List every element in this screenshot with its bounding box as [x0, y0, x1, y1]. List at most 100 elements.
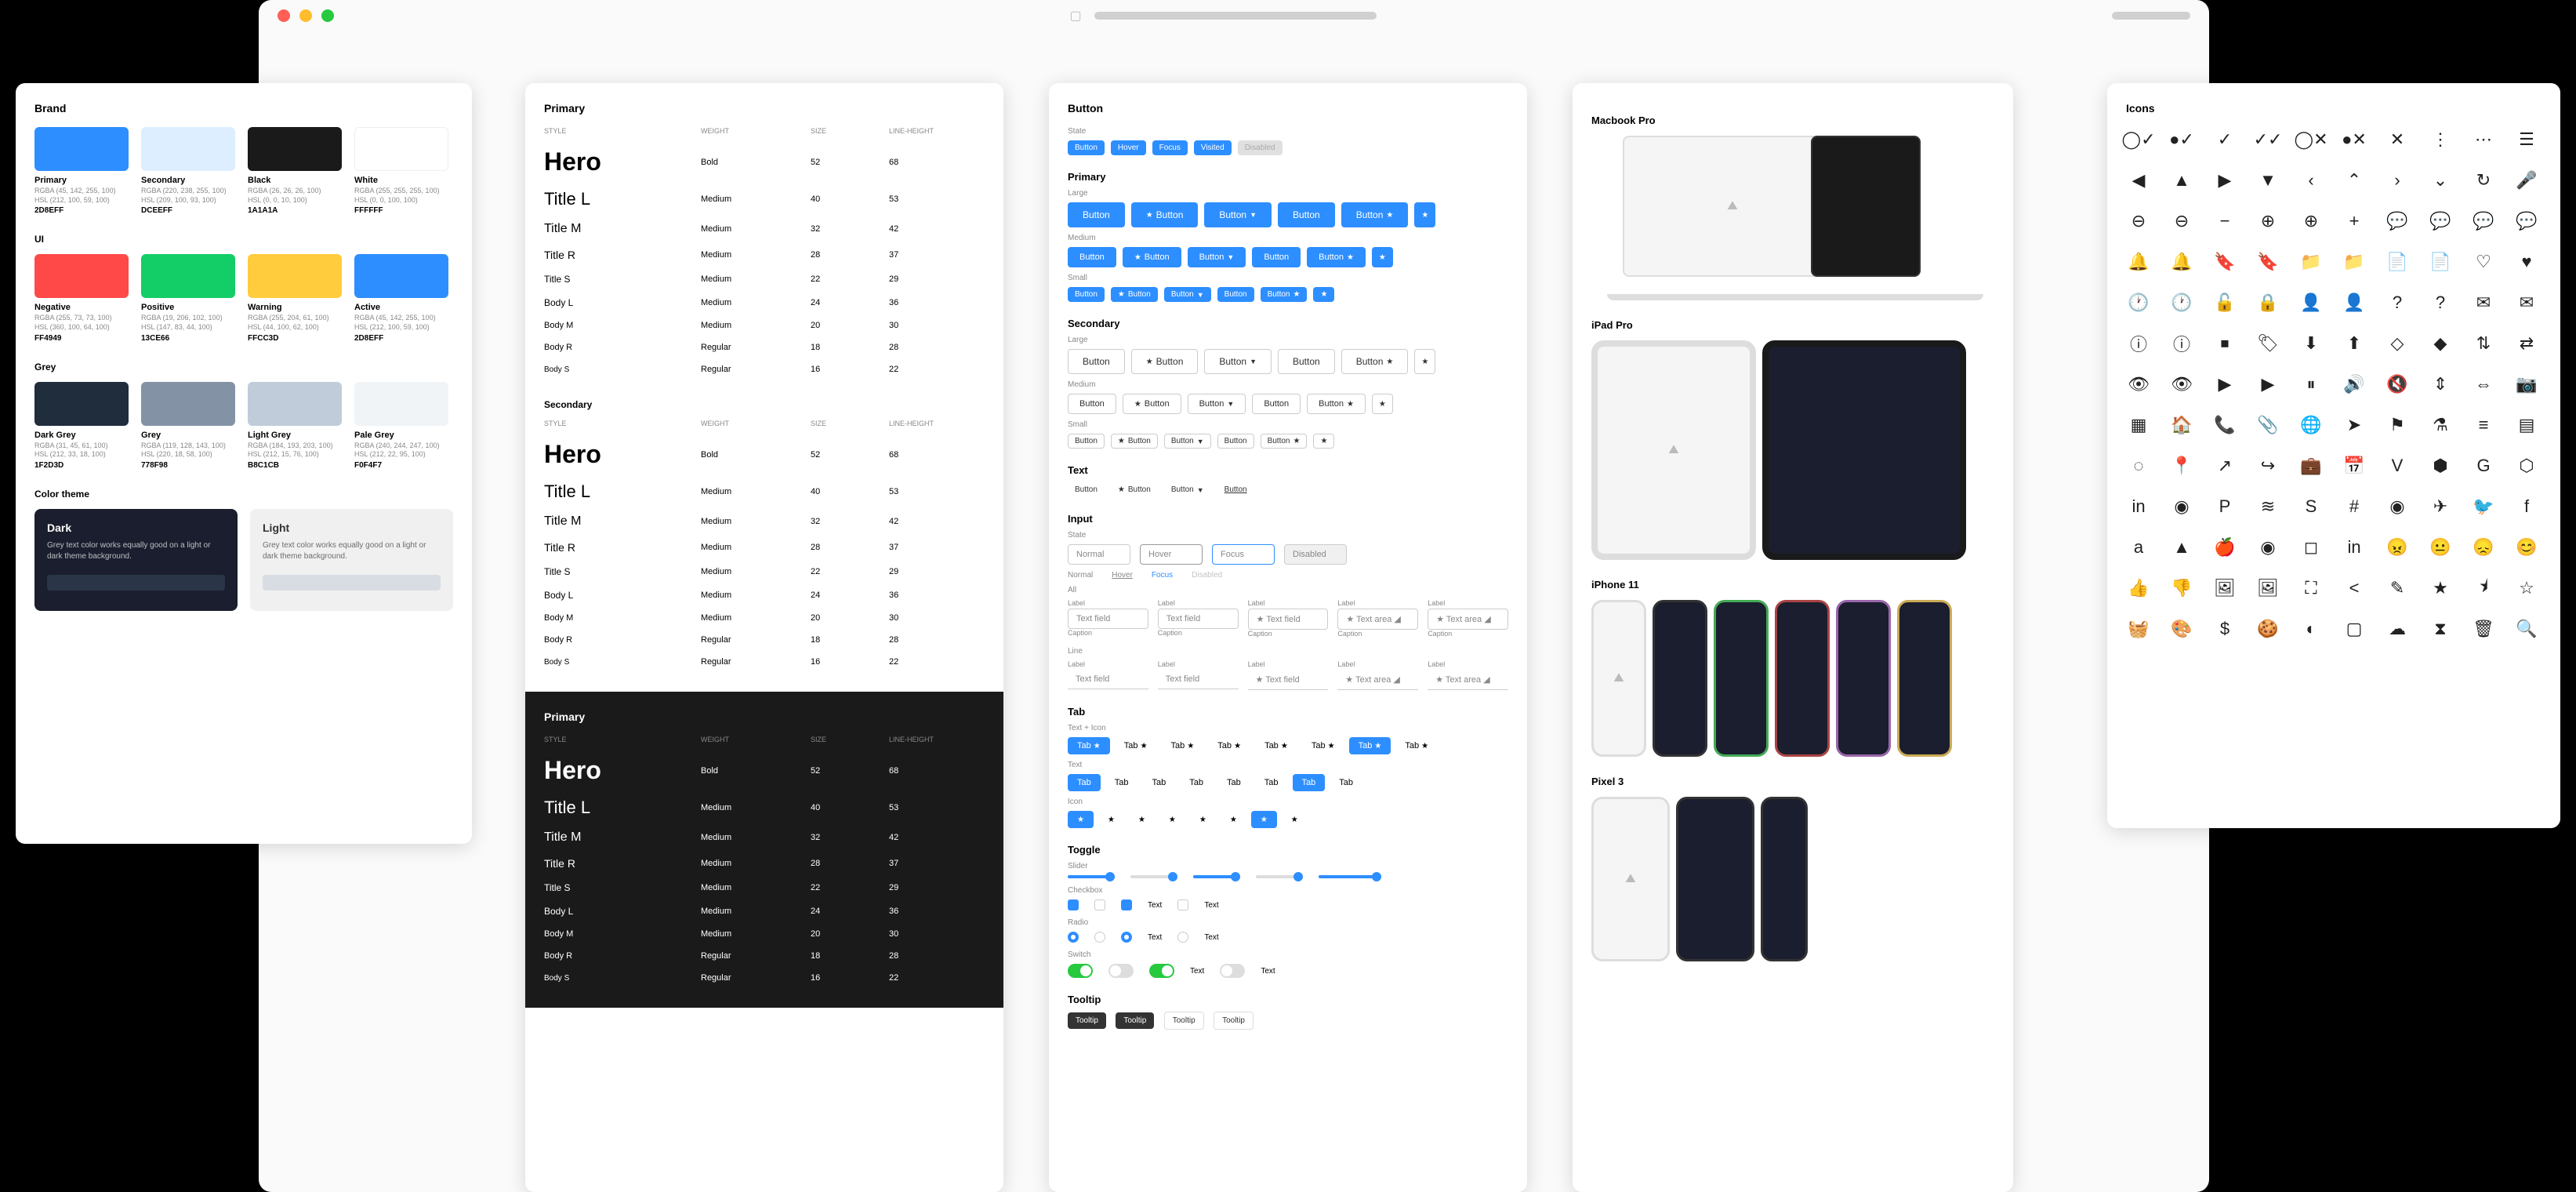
chevron-left-icon[interactable]: ‹	[2298, 168, 2324, 193]
button-dropdown[interactable]: Button ▼	[1204, 202, 1272, 227]
checkbox[interactable]	[1094, 899, 1105, 910]
edit-icon[interactable]: ✎	[2385, 576, 2410, 601]
frame-icon[interactable]: ▢	[2342, 616, 2367, 641]
text-button-icon[interactable]: ★Button	[1111, 482, 1158, 497]
more-v-icon[interactable]: ⋮	[2428, 127, 2453, 152]
button-dropdown[interactable]: Button ▼	[1188, 247, 1246, 267]
eye-icon[interactable]: 👁	[2126, 372, 2151, 397]
tab[interactable]: ★	[1251, 811, 1277, 828]
button-icon-left[interactable]: ★Button	[1111, 287, 1158, 302]
facebook-icon[interactable]: f	[2514, 494, 2539, 519]
sort-h-icon[interactable]: ⇔	[2471, 372, 2496, 397]
x-circle-icon[interactable]: ●✕	[2342, 127, 2367, 152]
chat-o-icon[interactable]: 💬	[2385, 209, 2410, 234]
plus-circle-icon[interactable]: ⊕	[2298, 209, 2324, 234]
checkbox[interactable]	[1177, 899, 1188, 910]
button[interactable]: Button	[1217, 434, 1254, 449]
switch[interactable]	[1220, 964, 1245, 978]
file-o-icon[interactable]: 📄	[2385, 249, 2410, 274]
checkbox[interactable]	[1068, 899, 1079, 910]
tab[interactable]: Tab ★	[1349, 737, 1391, 754]
volume-off-icon[interactable]: 🔇	[2385, 372, 2410, 397]
lock-o-icon[interactable]: 🔓	[2212, 290, 2237, 315]
pin-icon[interactable]: 📍	[2169, 453, 2194, 478]
skype-icon[interactable]: S	[2298, 494, 2324, 519]
tab[interactable]: Tab ★	[1115, 737, 1157, 754]
color-swatch[interactable]: Warning RGBA (255, 204, 61, 100) HSL (44…	[248, 254, 342, 342]
mic-icon[interactable]: 🎤	[2514, 168, 2539, 193]
thumbs-up-icon[interactable]: 👍	[2126, 576, 2151, 601]
chevron-up-icon[interactable]: ⌃	[2342, 168, 2367, 193]
info-icon[interactable]: ⓘ	[2169, 331, 2194, 356]
textfield-input[interactable]: Text field	[1068, 609, 1148, 629]
tab[interactable]: ★	[1282, 811, 1308, 828]
upload-icon[interactable]: ⬆	[2342, 331, 2367, 356]
input-normal[interactable]: Normal	[1068, 544, 1130, 565]
button-dropdown[interactable]: Button ▼	[1164, 287, 1211, 302]
apple-icon[interactable]: 🍎	[2212, 535, 2237, 560]
color-swatch[interactable]: White RGBA (255, 255, 255, 100) HSL (0, …	[354, 127, 448, 215]
chevron-right-icon[interactable]: ›	[2385, 168, 2410, 193]
slider[interactable]	[1068, 875, 1115, 878]
eye-off-icon[interactable]: 👁	[2169, 372, 2194, 397]
chat-alt-icon[interactable]: 💬	[2471, 209, 2496, 234]
play-circle-icon[interactable]: ▶	[2212, 372, 2237, 397]
volume-icon[interactable]: 🔊	[2342, 372, 2367, 397]
bookmark-icon[interactable]: 🔖	[2255, 249, 2280, 274]
color-swatch[interactable]: Pale Grey RGBA (240, 244, 247, 100) HSL …	[354, 382, 448, 470]
button-icon-left[interactable]: ★Button	[1131, 202, 1199, 227]
close-window-button[interactable]	[278, 9, 290, 22]
minus-line-icon[interactable]: −	[2212, 209, 2237, 234]
slider[interactable]	[1256, 875, 1303, 878]
calendar-icon[interactable]: 📅	[2342, 453, 2367, 478]
picture-icon[interactable]: 🖼	[2255, 576, 2280, 601]
toggle-icon[interactable]: ◐	[2298, 616, 2324, 641]
download-icon[interactable]: ⬇	[2298, 331, 2324, 356]
light-theme-card[interactable]: Light Grey text color works equally good…	[250, 509, 453, 611]
tab[interactable]: Tab	[1330, 774, 1362, 791]
button-icon-only[interactable]: ★	[1313, 434, 1334, 449]
github-icon[interactable]: ⬡	[2514, 453, 2539, 478]
check-double-icon[interactable]: ✓✓	[2255, 127, 2280, 152]
slack-icon[interactable]: #	[2342, 494, 2367, 519]
external-icon[interactable]: ↗	[2212, 453, 2237, 478]
switch[interactable]	[1068, 964, 1093, 978]
folder-icon[interactable]: 📁	[2342, 249, 2367, 274]
tab[interactable]: Tab	[1293, 774, 1326, 791]
cloud-icon[interactable]: ☁	[2385, 616, 2410, 641]
loading-icon[interactable]: ◌	[2126, 453, 2151, 478]
android-icon[interactable]: ▲	[2169, 535, 2194, 560]
basket-icon[interactable]: 🧺	[2126, 616, 2151, 641]
radio[interactable]	[1068, 932, 1079, 943]
tab[interactable]: Tab ★	[1395, 737, 1438, 754]
help-icon[interactable]: ?	[2428, 290, 2453, 315]
textfield-input[interactable]: Text field	[1068, 670, 1148, 689]
vimeo-icon[interactable]: V	[2385, 453, 2410, 478]
attach-icon[interactable]: 📎	[2255, 412, 2280, 438]
check-circle-o-icon[interactable]: ◯✓	[2126, 127, 2151, 152]
pause-icon[interactable]: ⏸	[2298, 372, 2324, 397]
checkbox[interactable]	[1121, 899, 1132, 910]
palette-icon[interactable]: 🎨	[2169, 616, 2194, 641]
dropbox-icon[interactable]: ⬢	[2428, 453, 2453, 478]
help-o-icon[interactable]: ?	[2385, 290, 2410, 315]
minus-circle-o-icon[interactable]: ⊖	[2126, 209, 2151, 234]
smile-icon[interactable]: 😊	[2514, 535, 2539, 560]
cookie-icon[interactable]: 🍪	[2255, 616, 2280, 641]
tab[interactable]: Tab	[1068, 774, 1101, 791]
tab[interactable]: ★	[1129, 811, 1155, 828]
dollar-icon[interactable]: $	[2212, 616, 2237, 641]
heart-o-icon[interactable]: ♡	[2471, 249, 2496, 274]
slider[interactable]	[1130, 875, 1177, 878]
neutral-icon[interactable]: 😐	[2428, 535, 2453, 560]
bookmark-o-icon[interactable]: 🔖	[2212, 249, 2237, 274]
send-icon[interactable]: ➤	[2342, 412, 2367, 438]
button-icon-only[interactable]: ★	[1414, 202, 1435, 227]
star-half-icon[interactable]: ⯨	[2471, 576, 2496, 601]
check-circle-icon[interactable]: ●✓	[2169, 127, 2194, 152]
diamond-icon[interactable]: ◆	[2428, 331, 2453, 356]
tab[interactable]: Tab	[1180, 774, 1213, 791]
clock-o-icon[interactable]: 🕐	[2126, 290, 2151, 315]
linkedin-icon[interactable]: in	[2126, 494, 2151, 519]
user-o-icon[interactable]: 👤	[2298, 290, 2324, 315]
